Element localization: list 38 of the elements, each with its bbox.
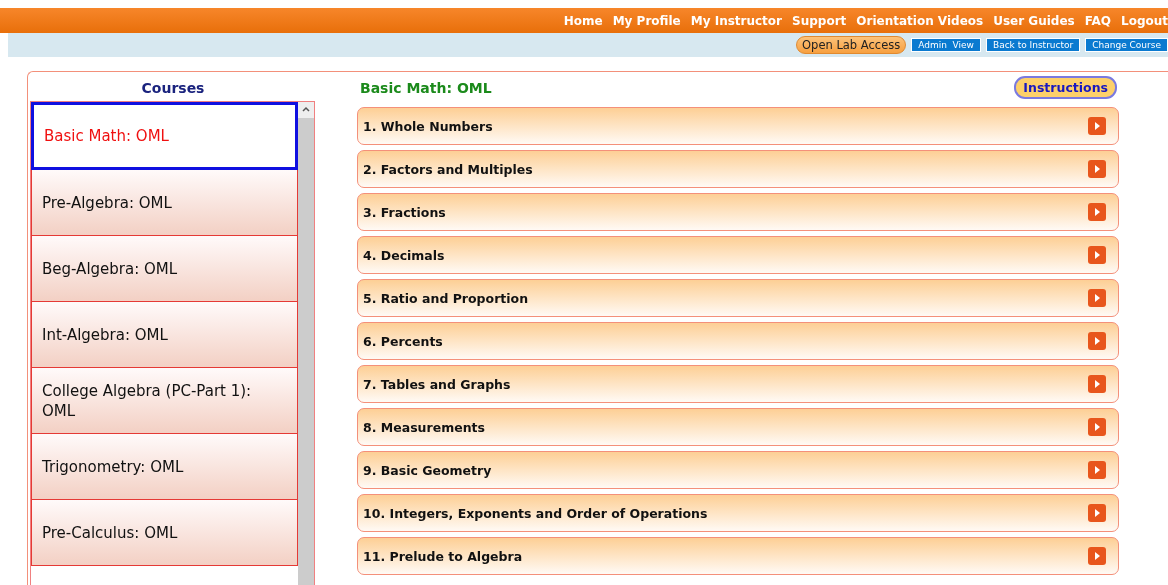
module-row[interactable]: 5. Ratio and Proportion: [357, 279, 1119, 317]
module-row[interactable]: 6. Percents: [357, 322, 1119, 360]
course-title: Basic Math: OML: [359, 79, 492, 96]
module-title: 10. Integers, Exponents and Order of Operations: [363, 505, 708, 521]
module-title: 9. Basic Geometry: [363, 462, 492, 478]
module-row[interactable]: 1. Whole Numbers: [357, 107, 1119, 145]
module-title: 7. Tables and Graphs: [363, 376, 511, 392]
scroll-up-icon[interactable]: [298, 102, 314, 118]
module-row[interactable]: 8. Measurements: [357, 408, 1119, 446]
module-row[interactable]: 9. Basic Geometry: [357, 451, 1119, 489]
module-title: 3. Fractions: [363, 204, 446, 220]
course-item[interactable]: Basic Math: OML: [31, 102, 298, 170]
module-row[interactable]: 10. Integers, Exponents and Order of Operations: [357, 494, 1119, 532]
course-item[interactable]: College Algebra (PC-Part 1): OML: [31, 368, 298, 434]
course-item[interactable]: Pre-Calculus: OML: [31, 500, 298, 566]
instructions-button[interactable]: Instructions: [1014, 76, 1117, 99]
course-item[interactable]: Beg-Algebra: OML: [31, 236, 298, 302]
nav-button[interactable]: Back to Instructor: [985, 38, 1081, 52]
module-row[interactable]: 2. Factors and Multiples: [357, 150, 1119, 188]
module-title: 5. Ratio and Proportion: [363, 290, 529, 306]
module-title: 8. Measurements: [363, 419, 485, 435]
module-title: 1. Whole Numbers: [363, 118, 493, 134]
module-row[interactable]: 7. Tables and Graphs: [357, 365, 1119, 403]
lab-access-button[interactable]: Open Lab Access: [796, 36, 907, 54]
module-row[interactable]: 3. Fractions: [357, 193, 1119, 231]
module-title: 11. Prelude to Algebra: [363, 548, 523, 564]
nav-button[interactable]: Admin View: [911, 38, 981, 52]
scrollbar[interactable]: [298, 102, 314, 585]
courses-heading: Courses: [140, 80, 206, 96]
nav-button[interactable]: Change Course: [1085, 38, 1168, 52]
module-row[interactable]: 11. Prelude to Algebra: [357, 537, 1119, 575]
module-title: 4. Decimals: [363, 247, 445, 263]
course-item[interactable]: Trigonometry: OML: [31, 434, 298, 500]
module-title: 2. Factors and Multiples: [363, 161, 533, 177]
course-item[interactable]: Pre-Algebra: OML: [31, 170, 298, 236]
module-row[interactable]: 4. Decimals: [357, 236, 1119, 274]
course-item[interactable]: Int-Algebra: OML: [31, 302, 298, 368]
module-title: 6. Percents: [363, 333, 443, 349]
